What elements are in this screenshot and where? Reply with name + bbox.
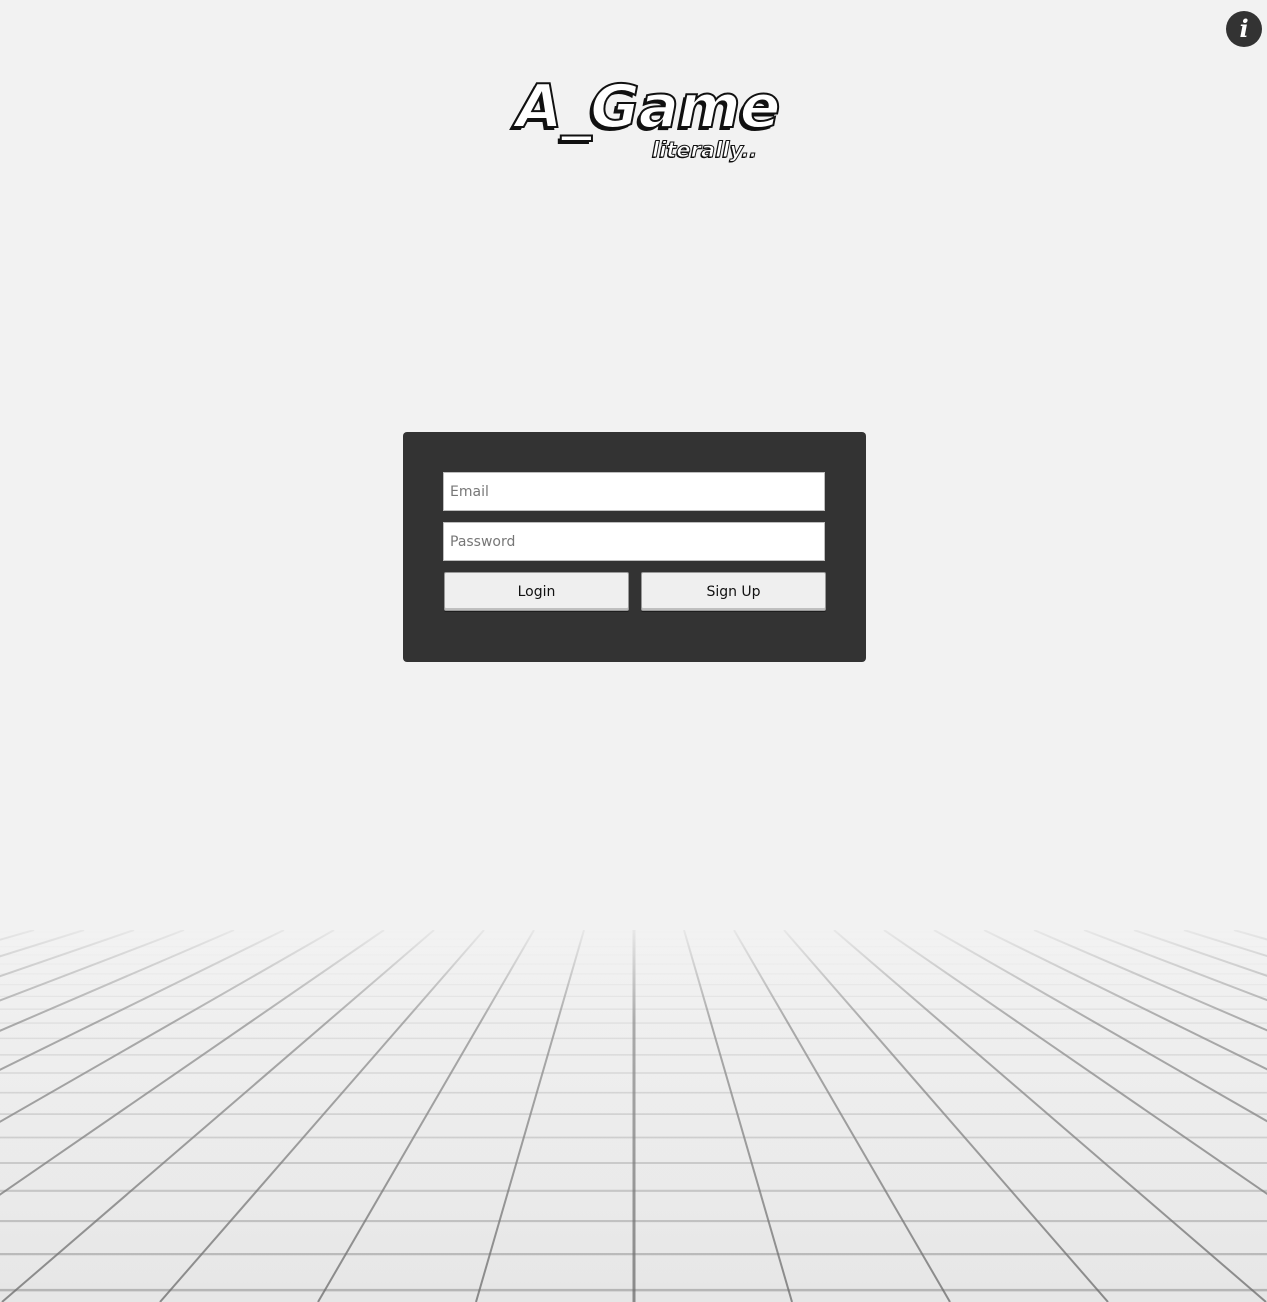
login-button[interactable]: Login	[444, 572, 629, 611]
login-page: i A_Game literally.. Login Sign Up	[0, 0, 1267, 1302]
info-icon: i	[1239, 14, 1249, 43]
login-panel: Login Sign Up	[403, 432, 866, 662]
game-logo: A_Game literally..	[500, 71, 781, 172]
email-field[interactable]	[443, 472, 825, 511]
password-field[interactable]	[443, 522, 825, 561]
info-button[interactable]: i	[1226, 11, 1262, 47]
logo-subtitle: literally..	[651, 138, 758, 163]
grid-floor-graphic	[0, 930, 1267, 1302]
signup-button[interactable]: Sign Up	[641, 572, 826, 611]
grid-floor	[0, 930, 1267, 1302]
logo-title: A_Game	[515, 71, 781, 143]
